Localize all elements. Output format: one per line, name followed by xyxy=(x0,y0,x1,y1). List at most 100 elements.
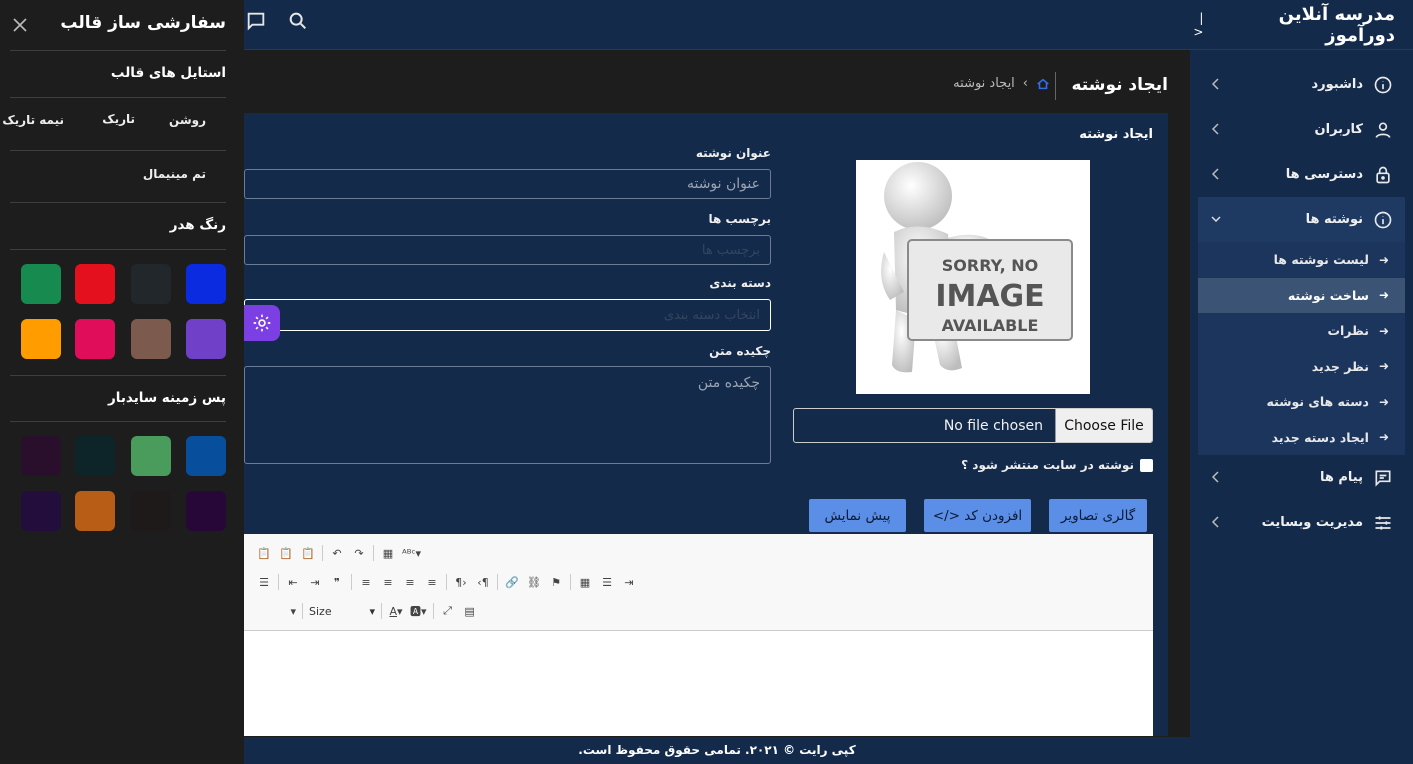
header-color-swatch[interactable] xyxy=(75,264,115,304)
sidebar-item-users[interactable]: کاربران xyxy=(1198,107,1405,152)
footer: کپی رایت © ۲۰۲۱. تمامی حقوق محفوظ است. xyxy=(244,737,1190,764)
sidebar-item-site-management[interactable]: مدیریت وبسایت xyxy=(1198,500,1405,545)
publish-label: نوشته در سایت منتشر شود ؟ xyxy=(961,458,1134,472)
text-direction-ltr-icon[interactable]: ¶› xyxy=(453,574,469,590)
header-color-swatch[interactable] xyxy=(75,319,115,359)
search-icon[interactable] xyxy=(287,10,309,32)
header-color-swatch[interactable] xyxy=(186,264,226,304)
link-icon[interactable]: 🔗 xyxy=(504,574,520,590)
header-color-swatch[interactable] xyxy=(186,319,226,359)
home-icon[interactable] xyxy=(1036,77,1050,91)
customizer-toggle-button[interactable] xyxy=(244,305,280,341)
page-break-icon[interactable]: ⇥ xyxy=(621,574,637,590)
arrow-right-icon: ➜ xyxy=(1378,359,1389,374)
outdent-icon[interactable]: ⇤ xyxy=(285,574,301,590)
add-code-button[interactable]: افزودن کد </> xyxy=(924,499,1031,532)
align-center-icon[interactable]: ≡ xyxy=(380,574,396,590)
submenu-item-comments[interactable]: ➜ نظرات xyxy=(1198,313,1405,349)
sidebar-color-swatch[interactable] xyxy=(186,491,226,531)
close-icon[interactable] xyxy=(12,17,28,33)
title-input[interactable]: عنوان نوشته xyxy=(244,169,771,199)
indent-icon[interactable]: ⇥ xyxy=(307,574,323,590)
header-color-swatch[interactable] xyxy=(131,264,171,304)
sidebar-item-label: کاربران xyxy=(1314,122,1363,137)
style-option-dark[interactable]: تاریک xyxy=(102,112,135,126)
table-icon[interactable]: ▦ xyxy=(577,574,593,590)
sidebar-color-swatch[interactable] xyxy=(131,491,171,531)
sliders-icon xyxy=(1375,515,1391,530)
maximize-icon[interactable]: ⤢ xyxy=(440,603,456,619)
blockquote-icon[interactable]: ❞ xyxy=(329,574,345,590)
image-gallery-button[interactable]: گالری تصاویر xyxy=(1049,499,1147,532)
divider xyxy=(10,249,226,250)
text-direction-rtl-icon[interactable]: ‹¶ xyxy=(475,574,491,590)
sidebar-color-swatch[interactable] xyxy=(21,436,61,476)
toolbar-row-2: ☰ ⇤ ⇥ ❞ ≡ ≡ ≡ ≡ ¶› ‹¶ 🔗 ⛓ ⚑ ▦ ☰ ⇥ xyxy=(256,571,637,593)
show-blocks-icon[interactable]: ▤ xyxy=(462,603,478,619)
publish-toggle[interactable]: نوشته در سایت منتشر شود ؟ xyxy=(961,458,1153,472)
sidebar-color-swatch[interactable] xyxy=(186,436,226,476)
submenu-item-label: دسته های نوشته xyxy=(1266,394,1369,410)
horizontal-line-icon[interactable]: ☰ xyxy=(599,574,615,590)
submenu-item-new-category[interactable]: ➜ ایجاد دسته جدید xyxy=(1198,420,1405,456)
align-left-icon[interactable]: ≡ xyxy=(358,574,374,590)
toolbar-separator xyxy=(446,574,447,590)
align-justify-icon[interactable]: ≡ xyxy=(424,574,440,590)
divider xyxy=(10,375,226,376)
brand[interactable]: مدرسه آنلاین دورآموز |< xyxy=(1190,0,1413,50)
preview-button[interactable]: پیش نمایش xyxy=(809,499,906,532)
submenu-item-create-post[interactable]: ➜ ساخت نوشته xyxy=(1198,277,1405,313)
submenu-item-post-list[interactable]: ➜ لیست نوشته ها xyxy=(1198,242,1405,278)
anchor-flag-icon[interactable]: ⚑ xyxy=(548,574,564,590)
spellcheck-icon[interactable]: ᴬᴮᶜ▾ xyxy=(402,545,421,561)
paste-word-icon[interactable]: 📋 xyxy=(300,545,316,561)
toolbar-separator xyxy=(278,574,279,590)
image-text-line3: AVAILABLE xyxy=(942,316,1039,335)
text-color-icon[interactable]: A ▾ xyxy=(388,603,404,619)
sidebar-color-swatch[interactable] xyxy=(75,491,115,531)
chevron-left-icon xyxy=(1211,78,1219,90)
sidebar-item-dashboard[interactable]: داشبورد xyxy=(1198,62,1405,107)
publish-checkbox[interactable] xyxy=(1140,458,1153,472)
chat-icon[interactable] xyxy=(245,10,267,32)
theme-customizer-panel: سفارشی ساز قالب استایل های قالب روشن تار… xyxy=(0,0,244,764)
header-color-swatch[interactable] xyxy=(21,319,61,359)
sidebar-item-posts[interactable]: نوشته ها xyxy=(1198,197,1405,242)
rich-text-editor[interactable]: 📋 📋 📋 ↶ ↷ ▦ ᴬᴮᶜ▾ ☰ ⇤ ⇥ ❞ ≡ ≡ ≡ ≡ ¶› ‹¶ 🔗… xyxy=(244,534,1153,736)
bulleted-list-icon[interactable]: ☰ xyxy=(256,574,272,590)
header-color-title: رنگ هدر xyxy=(169,217,226,233)
header-color-swatch[interactable] xyxy=(131,319,171,359)
header-color-swatch[interactable] xyxy=(21,264,61,304)
size-dropdown[interactable]: Size ▾ xyxy=(309,605,375,618)
paste-icon[interactable]: 📋 xyxy=(256,545,272,561)
sidebar-color-swatch[interactable] xyxy=(75,436,115,476)
style-option-minimal[interactable]: تم مینیمال xyxy=(143,167,206,181)
arrow-right-icon: ➜ xyxy=(1378,252,1389,267)
submenu-item-post-categories[interactable]: ➜ دسته های نوشته xyxy=(1198,384,1405,420)
align-right-icon[interactable]: ≡ xyxy=(402,574,418,590)
tags-input[interactable]: برچسب ها xyxy=(244,235,771,265)
submenu-item-new-comment[interactable]: ➜ نظر جدید xyxy=(1198,349,1405,385)
style-option-light[interactable]: روشن xyxy=(169,113,206,127)
toolbar-separator xyxy=(497,574,498,590)
file-input[interactable]: Choose File No file chosen xyxy=(793,408,1153,443)
unlink-icon[interactable]: ⛓ xyxy=(526,574,542,590)
style-option-semi-dark[interactable]: نیمه تاریک xyxy=(2,113,64,127)
redo-icon[interactable]: ↷ xyxy=(351,545,367,561)
collapse-icon[interactable]: |< xyxy=(1190,11,1203,39)
sidebar-item-access[interactable]: دسترسی ها xyxy=(1198,152,1405,197)
message-icon xyxy=(1375,470,1391,487)
arrow-right-icon: ➜ xyxy=(1378,323,1389,338)
background-color-icon[interactable]: 🅰▾ xyxy=(410,603,427,619)
find-replace-icon[interactable]: ▦ xyxy=(380,545,396,561)
sidebar-item-messages[interactable]: پیام ها xyxy=(1198,455,1405,500)
toolbar-separator xyxy=(381,603,382,619)
format-dropdown-icon[interactable]: ▾ xyxy=(256,603,296,619)
choose-file-button[interactable]: Choose File xyxy=(1055,409,1152,442)
sidebar-color-swatch[interactable] xyxy=(21,491,61,531)
undo-icon[interactable]: ↶ xyxy=(329,545,345,561)
summary-textarea[interactable]: چکیده متن xyxy=(244,366,771,464)
category-select[interactable]: انتخاب دسته بندی xyxy=(244,299,771,331)
paste-text-icon[interactable]: 📋 xyxy=(278,545,294,561)
sidebar-color-swatch[interactable] xyxy=(131,436,171,476)
